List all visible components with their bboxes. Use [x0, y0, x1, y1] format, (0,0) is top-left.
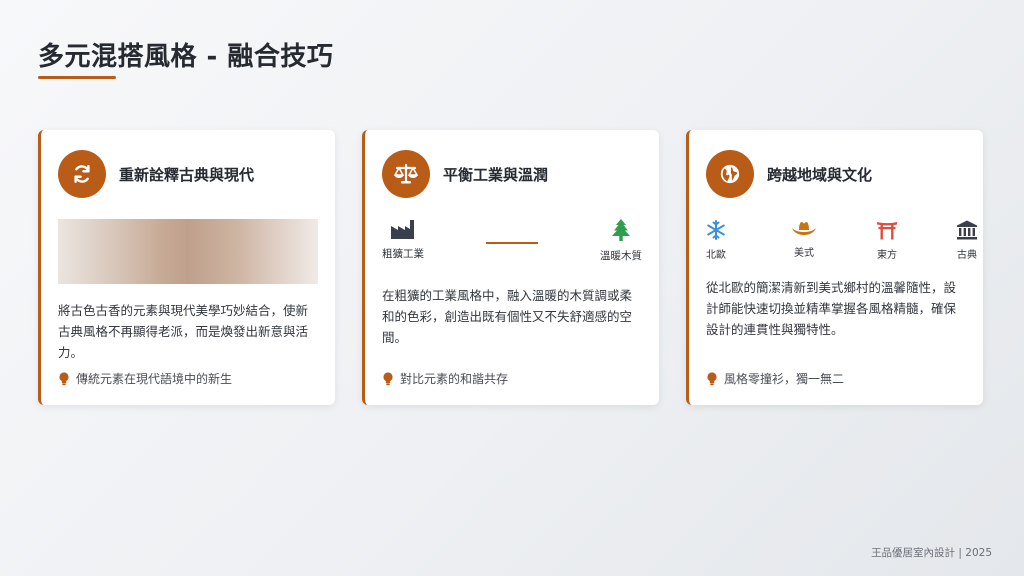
region-oriental: 東方: [867, 220, 907, 261]
page-title: 多元混搭風格 - 融合技巧: [38, 42, 334, 72]
card-title: 重新詮釋古典與現代: [119, 166, 255, 184]
region-label: 東方: [877, 250, 897, 261]
card-description: 將古色古香的元素與現代美學巧妙結合，使新古典風格不再顯得老派，而是煥發出新意與活…: [58, 303, 309, 360]
card-tip: 傳統元素在現代語境中的新生: [58, 370, 232, 387]
balance-scale-icon: [382, 150, 430, 198]
title-underline: [38, 76, 116, 79]
card-cross-culture: 跨越地域與文化 北歐 美式 東方 古典 從北歐的簡潔清新到美式鄉村的溫馨隨性，設…: [686, 130, 983, 405]
tree-icon: [612, 219, 630, 241]
compare-label: 粗獷工業: [382, 248, 424, 260]
region-american: 美式: [784, 220, 824, 259]
lightbulb-icon: [59, 371, 69, 385]
torii-gate-icon: [877, 222, 897, 240]
style-comparison: 粗獷工業 溫暖木質: [382, 218, 642, 268]
compare-divider-line: [486, 242, 538, 244]
classical-building-icon: [957, 220, 977, 240]
card-classic-modern: 重新詮釋古典與現代 將古色古香的元素與現代美學巧妙結合，使新古典風格不再顯得老派…: [38, 130, 335, 405]
card-title: 平衡工業與溫潤: [443, 166, 549, 184]
compare-wood: 溫暖木質: [600, 218, 642, 263]
region-classical: 古典: [947, 220, 987, 261]
card-description: 在粗獷的工業風格中，融入溫暖的木質調或柔和的色彩，創造出既有個性又不失舒適感的空…: [382, 288, 633, 345]
globe-icon: [706, 150, 754, 198]
compare-label: 溫暖木質: [600, 250, 642, 262]
card-tip: 風格零撞衫，獨一無二: [706, 370, 844, 387]
card-industrial-warm: 平衡工業與溫潤 粗獷工業 溫暖木質 在粗獷的工業風格中，融入溫暖的木質調或柔和的…: [362, 130, 659, 405]
card-tip: 對比元素的和諧共存: [382, 370, 508, 387]
card-description: 從北歐的簡潔清新到美式鄉村的溫馨隨性，設計師能快速切換並精準掌握各風格精髓，確保…: [706, 280, 957, 337]
sync-icon: [58, 150, 106, 198]
snowflake-icon: [707, 220, 725, 240]
region-label: 北歐: [706, 250, 726, 261]
region-label: 美式: [794, 248, 814, 259]
style-image-strip: [58, 219, 318, 284]
lightbulb-icon: [707, 371, 717, 385]
compare-industrial: 粗獷工業: [382, 218, 424, 261]
style-regions: 北歐 美式 東方 古典: [706, 220, 977, 264]
factory-icon: [391, 220, 414, 239]
card-title: 跨越地域與文化: [767, 166, 873, 184]
footer-credit: 王品優居室內設計 | 2025: [871, 547, 992, 559]
region-nordic: 北歐: [696, 220, 736, 261]
tip-text: 對比元素的和諧共存: [400, 372, 509, 386]
tip-text: 傳統元素在現代語境中的新生: [76, 372, 233, 386]
lightbulb-icon: [383, 371, 393, 385]
region-label: 古典: [957, 250, 977, 261]
cowboy-hat-icon: [792, 221, 816, 235]
tip-text: 風格零撞衫，獨一無二: [724, 372, 845, 386]
